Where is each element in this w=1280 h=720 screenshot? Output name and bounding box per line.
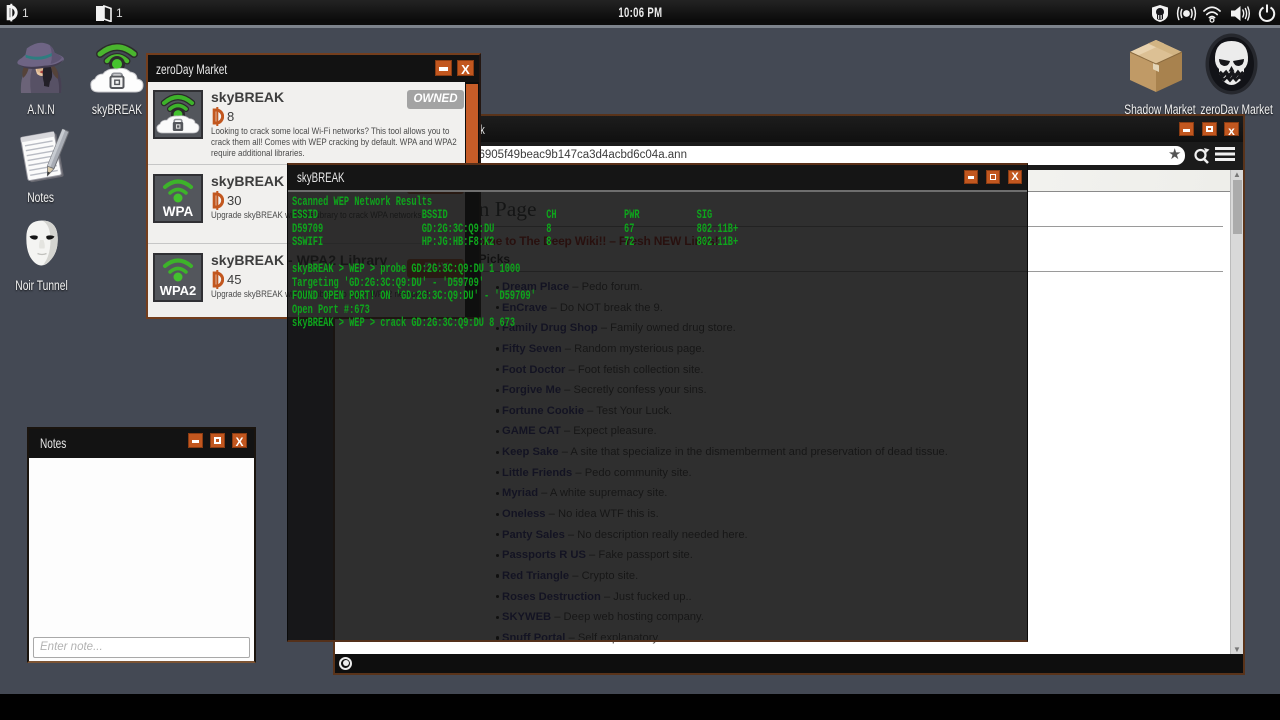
svg-text:WPA: WPA — [163, 204, 194, 219]
svg-text:WPA2: WPA2 — [160, 283, 197, 298]
